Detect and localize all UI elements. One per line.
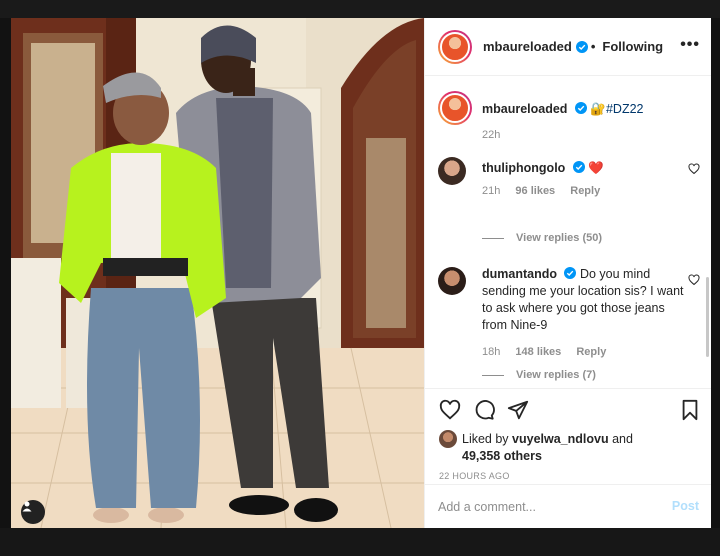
comment-text: ❤️ (588, 161, 604, 175)
comment-bubble-icon[interactable] (473, 399, 495, 421)
following-button[interactable]: Following (602, 39, 663, 54)
comment-time: 21h (482, 185, 501, 197)
comments-list: mbaureloaded 🔐#DZ22 22h thuliphongolo ❤️… (425, 77, 711, 388)
post-comment-button[interactable]: Post (672, 499, 699, 513)
caption-username[interactable]: mbaureloaded (482, 102, 567, 116)
comment-time: 18h (482, 346, 501, 358)
bottom-strip (0, 528, 720, 556)
comments-scrollbar[interactable] (706, 277, 709, 357)
like-comment-heart-icon[interactable] (688, 163, 700, 175)
share-plane-icon[interactable] (507, 399, 529, 421)
person-icon (22, 501, 32, 512)
author-avatar[interactable] (438, 29, 472, 64)
comment-input[interactable] (438, 499, 658, 514)
comment-likes[interactable]: 96 likes (515, 185, 555, 197)
caption-time: 22h (482, 129, 501, 141)
verified-badge-icon (572, 161, 585, 173)
verified-badge-icon (574, 102, 587, 114)
comment-username[interactable]: thuliphongolo (482, 161, 565, 175)
header-separator: • (590, 39, 596, 54)
likes-count[interactable]: 49,358 others (462, 448, 633, 464)
post-modal: mbaureloaded • Following ••• mbaureloade… (11, 18, 711, 528)
tagged-users-button[interactable] (21, 500, 45, 524)
liker-avatar[interactable] (439, 430, 457, 448)
post-sidebar: mbaureloaded • Following ••• mbaureloade… (424, 18, 711, 528)
commenter-avatar[interactable] (438, 267, 466, 295)
post-header: mbaureloaded • Following ••• (425, 18, 711, 76)
post-actions: Liked by vuyelwa_ndlovu and 49,358 other… (425, 388, 711, 483)
liker-username[interactable]: vuyelwa_ndlovu (512, 432, 609, 446)
liked-by: Liked by vuyelwa_ndlovu and 49,358 other… (439, 430, 633, 464)
author-username[interactable]: mbaureloaded (483, 39, 572, 54)
view-replies-button[interactable]: View replies (7) (482, 369, 596, 381)
view-replies-label: View replies (50) (516, 232, 603, 244)
view-replies-button[interactable]: View replies (50) (482, 232, 602, 244)
caption-avatar[interactable] (438, 91, 472, 125)
comment-username[interactable]: dumantando (482, 267, 557, 281)
like-heart-icon[interactable] (439, 399, 461, 421)
save-bookmark-icon[interactable] (679, 399, 701, 421)
post-photo[interactable] (11, 18, 424, 528)
commenter-avatar[interactable] (438, 157, 466, 185)
caption-text[interactable]: 🔐#DZ22 (590, 102, 643, 116)
add-comment-bar: Post (425, 484, 711, 528)
comment-likes[interactable]: 148 likes (515, 346, 561, 358)
photo-illustration (11, 18, 424, 528)
post-timestamp[interactable]: 22 HOURS AGO (439, 471, 510, 481)
liked-by-and: and (612, 432, 633, 446)
verified-badge-icon (575, 40, 588, 53)
reply-button[interactable]: Reply (570, 185, 600, 197)
more-options-icon[interactable]: ••• (680, 37, 700, 53)
like-comment-heart-icon[interactable] (688, 274, 700, 286)
liked-by-prefix: Liked by (462, 432, 509, 446)
view-replies-label: View replies (7) (516, 369, 596, 381)
verified-badge-icon (564, 267, 577, 279)
reply-button[interactable]: Reply (576, 346, 606, 358)
top-strip (0, 0, 720, 18)
